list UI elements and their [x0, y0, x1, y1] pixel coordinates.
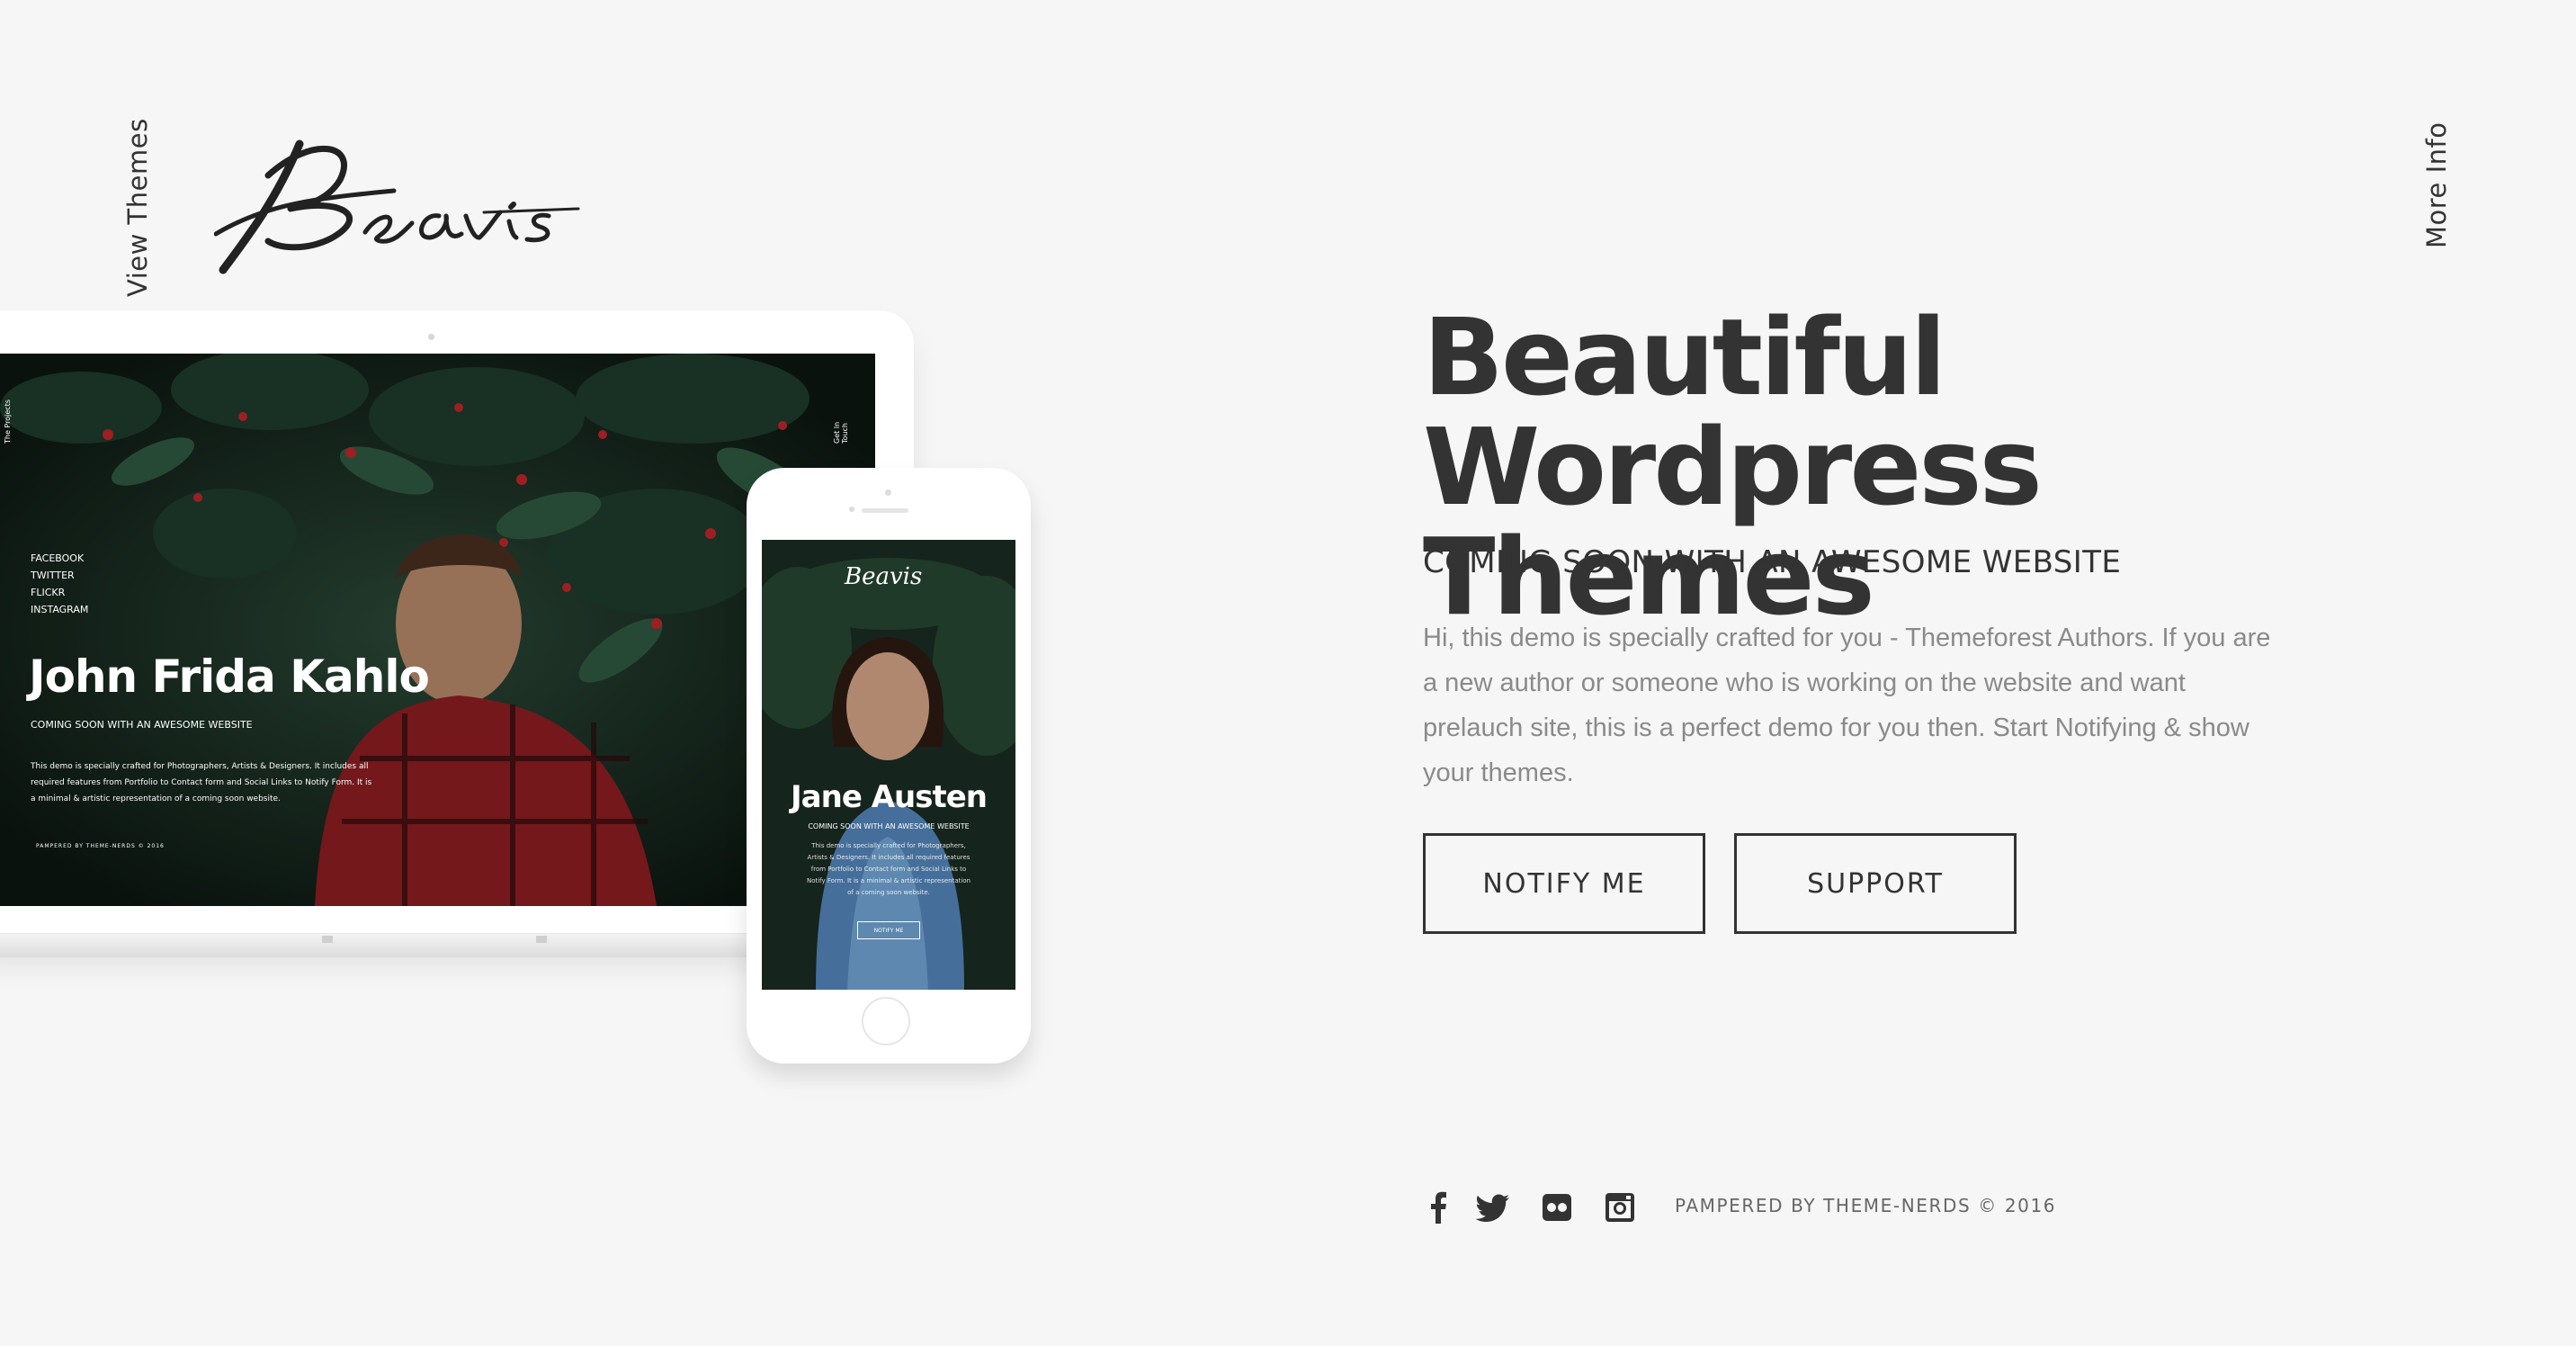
laptop-screen: The Projects Get In Touch FACEBOOK TWITT… — [0, 354, 875, 906]
flickr-glyph — [1543, 1194, 1571, 1221]
laptop-description: This demo is specially crafted for Photo… — [31, 762, 372, 803]
hero-title: Beautiful Wordpress Themes — [1423, 302, 2502, 632]
laptop-subtitle: COMING SOON WITH AN AWESOME WEBSITE — [31, 719, 253, 731]
twitter-glyph — [1475, 1194, 1509, 1222]
instagram-glyph — [1606, 1193, 1634, 1222]
laptop-footer: PAMPERED BY THEME-NERDS © 2016 — [36, 843, 165, 849]
hero-subtitle: COMING SOON WITH AN AWESOME WEBSITE — [1423, 544, 2122, 580]
laptop-side-label-right: Get In Touch — [833, 421, 849, 444]
instagram-icon[interactable] — [1603, 1189, 1639, 1225]
phone-description: This demo is specially crafted for Photo… — [806, 842, 971, 896]
support-button[interactable]: SUPPORT — [1734, 833, 2017, 934]
hero-title-line1: Beautiful — [1423, 295, 1946, 419]
laptop-social-flickr: FLICKR — [31, 587, 66, 598]
laptop-camera — [428, 334, 434, 340]
phone-mockup: Beavis Jane Austen COMING SOON WITH AN A… — [747, 468, 1031, 1063]
twitter-icon[interactable] — [1475, 1189, 1511, 1225]
phone-sensor — [849, 507, 854, 512]
flickr-icon[interactable] — [1540, 1189, 1576, 1225]
facebook-glyph — [1431, 1191, 1446, 1224]
laptop-side-label-left: The Projects — [4, 399, 12, 444]
laptop-social-facebook: FACEBOOK — [31, 552, 85, 564]
facebook-icon[interactable] — [1421, 1189, 1457, 1225]
phone-home-button — [862, 997, 910, 1045]
phone-notify-button: NOTIFY ME — [857, 921, 920, 939]
phone-frame: Beavis Jane Austen COMING SOON WITH AN A… — [747, 468, 1031, 1063]
hero-description: Hi, this demo is specially crafted for y… — [1423, 624, 2271, 787]
phone-title: Jane Austen — [791, 779, 988, 815]
laptop-social-twitter: TWITTER — [31, 570, 75, 581]
view-themes-link[interactable]: View Themes — [122, 118, 153, 297]
phone-screen: Beavis Jane Austen COMING SOON WITH AN A… — [762, 540, 1015, 990]
laptop-photo — [0, 354, 875, 906]
phone-speaker — [862, 508, 908, 513]
phone-logo: Beavis — [845, 563, 923, 590]
hero-title-line2: Wordpress Themes — [1423, 405, 2043, 639]
phone-subtitle: COMING SOON WITH AN AWESOME WEBSITE — [808, 822, 970, 830]
laptop-hinge-left — [322, 936, 333, 943]
logo-signature — [213, 139, 580, 274]
more-info-link[interactable]: More Info — [2421, 122, 2452, 249]
notify-me-button[interactable]: NOTIFY ME — [1423, 833, 1705, 934]
laptop-social-list: FACEBOOK TWITTER FLICKR INSTAGRAM — [31, 550, 88, 618]
phone-camera — [885, 489, 891, 496]
copyright-text: PAMPERED BY THEME-NERDS © 2016 — [1675, 1195, 2057, 1216]
laptop-social-instagram: INSTAGRAM — [31, 604, 89, 615]
laptop-hinge-right — [536, 936, 547, 943]
laptop-title: John Frida Kahlo — [29, 651, 430, 703]
logo[interactable] — [213, 126, 583, 283]
